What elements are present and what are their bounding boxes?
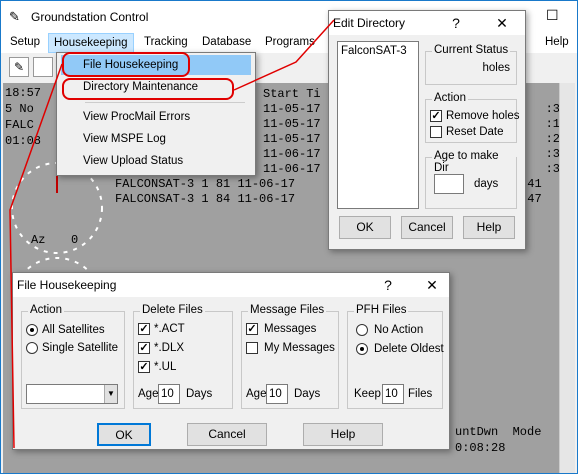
annotation-connectors: [9, 19, 335, 449]
